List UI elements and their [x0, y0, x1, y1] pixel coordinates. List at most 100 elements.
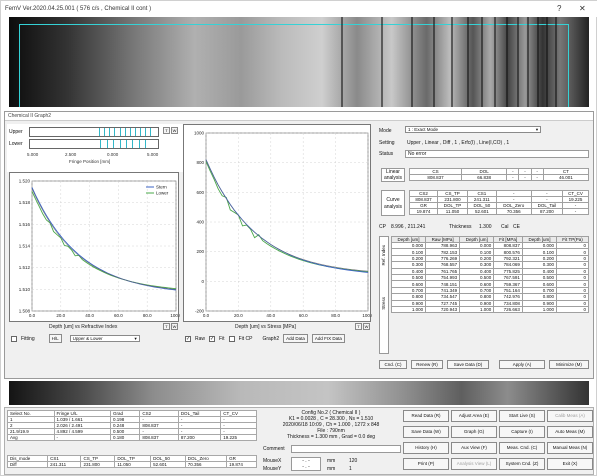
raw-checkbox[interactable]: ✓: [185, 335, 191, 342]
apply-button[interactable]: Apply (A): [499, 360, 545, 369]
upper-label: Upper: [9, 129, 23, 135]
linear-analysis-table: CS DOL - - - CT 808.837 66.838- - -46.001: [408, 168, 590, 181]
main-window: FemV Ver.2020.04.25.001 ( 576 c/s , Chem…: [0, 0, 597, 476]
table-cell: 0.180: [110, 434, 141, 441]
history-h-button[interactable]: History (H): [403, 442, 449, 454]
exit-x-button[interactable]: Exit (X): [547, 458, 593, 470]
fringe-line: [124, 128, 126, 136]
y-tick-label: 1.510: [19, 287, 31, 292]
status-label: Status: [379, 151, 394, 157]
table-cell: 66.838: [461, 174, 508, 181]
refractive-index-plot[interactable]: 1.520 1.518 1.516 1.514 1.512 1.510 1.508 0.0 20…: [9, 172, 180, 322]
table-cell: 70.356: [495, 208, 532, 215]
upper-lower-select[interactable]: Upper & Lower ▼: [69, 335, 140, 342]
fringe-line: [126, 140, 127, 148]
auto-meas-m-button[interactable]: Auto Meas (M): [547, 426, 593, 438]
thickness-value: 1.300: [479, 224, 492, 230]
depth-data-table[interactable]: Depth [um] Raw [MPa] Depth [um] Fit [MPa] De…: [390, 236, 589, 314]
value-120: 120: [349, 458, 358, 464]
table-cell: 241.311: [47, 461, 82, 468]
fringe-line: [119, 140, 121, 148]
comment-input[interactable]: [291, 445, 401, 453]
y-tick-label: 600: [196, 190, 204, 195]
measurement-area-frame[interactable]: [19, 24, 569, 107]
table-cell: 11.050: [437, 208, 468, 215]
help-button[interactable]: ?: [557, 4, 561, 13]
comment-label: Comment: [263, 446, 285, 452]
save-data-w-button[interactable]: Save Data (W): [403, 426, 449, 438]
add-data-button[interactable]: Add Data: [283, 334, 308, 343]
setting-label: Setting: [379, 140, 395, 146]
x-tick-label: 80.0: [331, 313, 340, 318]
mm-unit: mm: [327, 458, 336, 464]
plot1-tw-button[interactable]: T: [163, 323, 170, 330]
cp-label: CP: [379, 224, 386, 230]
fitting-checkbox[interactable]: [11, 335, 17, 342]
system-cnd-z-button[interactable]: System Cnd. (Z): [499, 458, 545, 470]
aux-view-f-button[interactable]: Aux View (F): [451, 442, 497, 454]
add-fix-data-button[interactable]: Add FIX Data: [311, 334, 345, 343]
x-tick-label: 20.0: [234, 313, 243, 318]
cp-value: 8.996 , 211.241: [391, 224, 426, 230]
table-row: 808.837 66.838- - -46.001: [408, 174, 590, 181]
fringe-select-table[interactable]: Select No. Fringe U/L Grad CS2 DOL_Tail CT_CV…: [7, 410, 257, 441]
tw-toggle[interactable]: W: [171, 127, 178, 134]
print-p-button[interactable]: Print (P): [403, 458, 449, 470]
y-tick-label: 200: [196, 249, 204, 254]
config-info: Config No.2 ( Chemical II ) K1 = 0.0028 …: [259, 410, 403, 440]
fitcp-checkbox[interactable]: [228, 335, 235, 342]
lower-fringe-strip[interactable]: [29, 139, 159, 149]
meas-cnd-c-button[interactable]: Meas. Cnd. (C): [499, 442, 545, 454]
minimize-button[interactable]: Minimize (M): [549, 360, 589, 369]
fringe-line: [134, 128, 136, 136]
curve-analysis-label: Curve analysis: [381, 190, 405, 216]
close-button[interactable]: ✕: [579, 4, 586, 13]
start-live-s-button[interactable]: Start Live (S): [499, 410, 545, 422]
table-row: 1.000 720.943 1.000 726.663 1.000 0: [390, 305, 589, 314]
fringe-panel: Upper Lower T W 5.000 2.500 0.000 5.000 …: [7, 124, 185, 172]
read-data-r-button[interactable]: Read Data (R): [403, 410, 449, 422]
tw-toggle[interactable]: T: [163, 127, 170, 134]
stress-plot[interactable]: 1000 800 600 400 200 0 -200 0.0 20.0 40.0 60.0 80.0…: [183, 124, 372, 322]
tab-ref-index[interactable]: Ref. Index: [381, 245, 386, 266]
hl-button[interactable]: H/L: [48, 334, 62, 343]
fringe-line: [129, 128, 131, 136]
table-cell: 87.200: [530, 208, 564, 215]
upper-fringe-strip[interactable]: [29, 127, 159, 137]
calib-meas-a-button[interactable]: Calib Meas (A): [547, 410, 593, 422]
x-tick-label: 100.0: [170, 313, 180, 318]
analysis-view-l-button[interactable]: Analysis View (L): [451, 458, 497, 470]
fitcp-label: Fit CP: [238, 335, 253, 342]
graph-g-button[interactable]: Graph (G): [451, 426, 497, 438]
table-cell: 52.601: [150, 461, 186, 468]
table-cell: 19.225: [220, 434, 257, 441]
curve-analysis-table: CS2 CS_TP CS1- - CT_CV 808.837 231.800 241.311-…: [408, 190, 589, 215]
plot1-tw-button[interactable]: W: [171, 323, 178, 330]
y-tick-label: 0: [201, 279, 204, 284]
plot2-tw-button[interactable]: W: [363, 323, 370, 330]
y-tick-label: 1000: [194, 131, 205, 136]
fringe-tick: 5.000: [147, 152, 159, 157]
table-cell: 1.000: [521, 305, 558, 314]
fringe-line: [140, 128, 142, 136]
capture-i-button[interactable]: Capture (I): [499, 426, 545, 438]
fringe-line: [114, 128, 116, 136]
cnd-button[interactable]: Cnd. (C): [379, 360, 407, 369]
plot2-tw-button[interactable]: T: [355, 323, 362, 330]
stress-chart: 10008006004002000-2000.0 20.0 40.0 60.0 80.0…: [194, 131, 372, 319]
plot2-xlabel: Depth [um] vs Stress [MPa]: [235, 324, 296, 330]
adjust-area-e-button[interactable]: Adjust Area (E): [451, 410, 497, 422]
renew-button[interactable]: Renew (R): [411, 360, 443, 369]
table-row: Diff 241.311 231.800 11.050 52.601 70.356 19.8…: [6, 461, 257, 468]
plot1-xlabel: Depth [um] vs Refractive Index: [49, 324, 118, 330]
lower-label: Lower: [9, 141, 23, 147]
mode-select[interactable]: 1 : Exact Mode ▼: [405, 126, 541, 133]
manual-meas-n-button[interactable]: Manual Meas (N): [547, 442, 593, 454]
fringe-line: [119, 128, 121, 136]
value-1: 1: [349, 466, 352, 472]
save-data-button[interactable]: Save Data (D): [447, 360, 489, 369]
x-tick-label: 40.0: [85, 313, 94, 318]
tab-stress[interactable]: Stress: [381, 297, 386, 310]
fit-checkbox[interactable]: ✓: [209, 335, 216, 342]
camera-view[interactable]: [9, 17, 589, 107]
